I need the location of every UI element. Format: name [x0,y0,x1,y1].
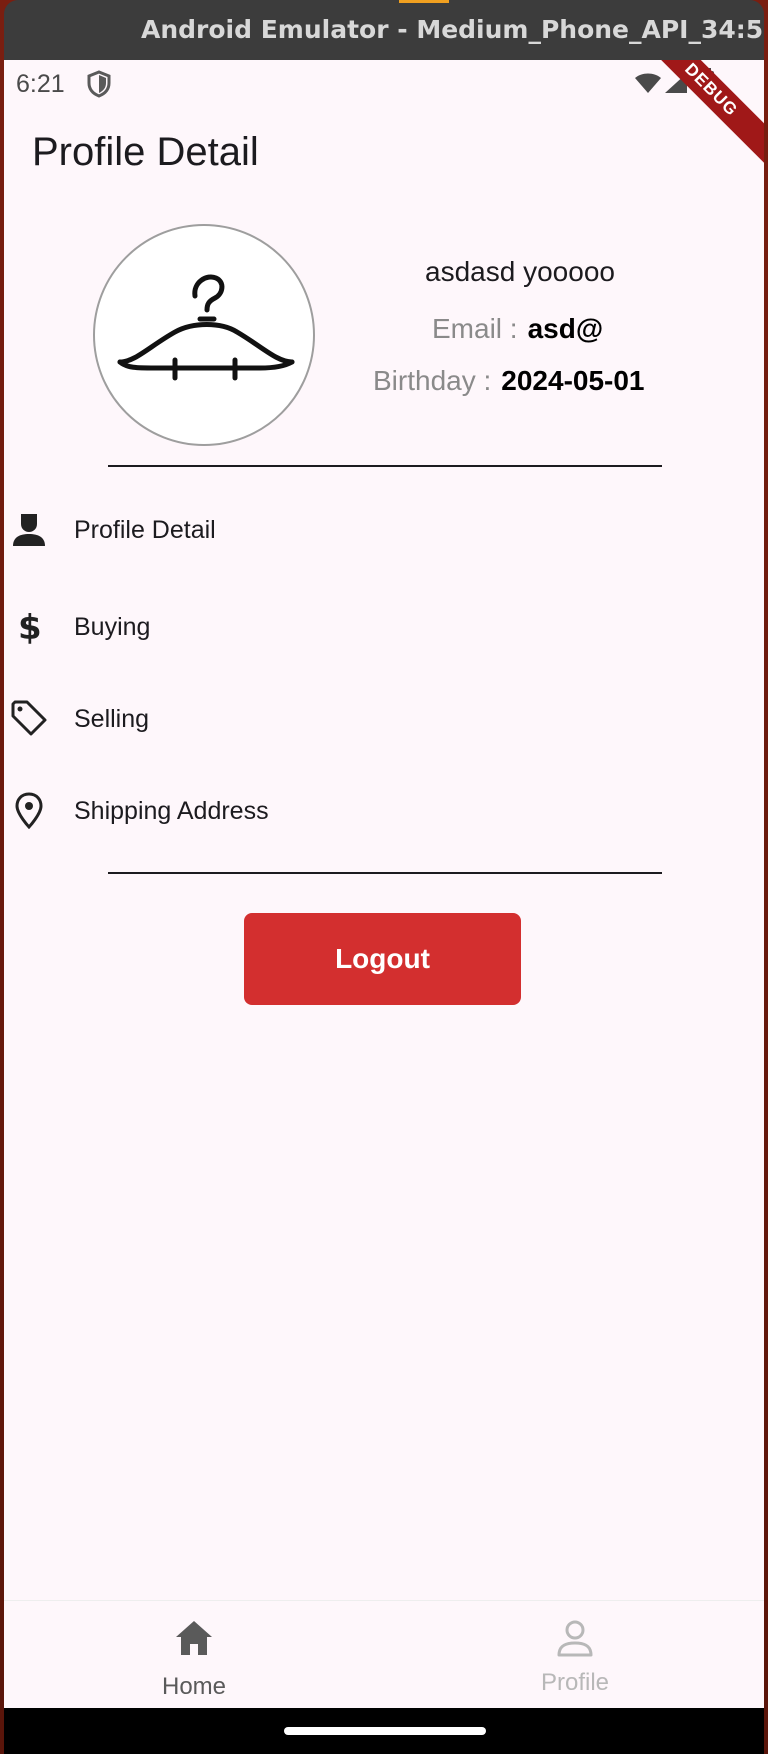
menu-item-profile-detail[interactable]: Profile Detail [4,498,764,558]
nav-item-label: Profile [540,1669,610,1696]
dollar-icon: $ [18,608,42,645]
email-value: asd@ [527,313,604,344]
status-time: 6:21 [16,70,65,98]
window-title: Android Emulator - Medium_Phone_API_34:5… [141,15,764,44]
menu-item-buying[interactable]: $ Buying [4,595,764,655]
window-title-bar: Android Emulator - Medium_Phone_API_34:5… [4,0,764,60]
logout-button[interactable]: Logout [244,913,521,1005]
email-row: Email : asd@ [432,313,603,345]
avatar[interactable] [93,224,315,446]
title-accent [399,0,449,3]
menu-item-label: Shipping Address [74,797,269,825]
nav-item-home[interactable]: Home [114,1611,274,1701]
divider-top [108,465,662,467]
hanger-icon [117,274,295,381]
page-title: Profile Detail [32,130,259,174]
home-icon [176,1621,212,1655]
bottom-navigation: Home Profile [4,1600,764,1708]
person-icon [13,514,45,546]
nav-item-label: Home [161,1673,227,1700]
email-label: Email : [432,313,518,344]
birthday-label: Birthday : [373,365,492,396]
phone-screen: 6:21 DEBUG Profile Detail asdasd yooooo [4,60,764,1708]
gesture-bar [4,1708,764,1754]
menu-item-label: Buying [74,613,151,641]
birthday-row: Birthday : 2024-05-01 [373,365,645,397]
tag-icon [11,700,47,736]
divider-bottom [108,872,662,874]
profile-icon [557,1620,593,1657]
wifi-icon [635,73,661,93]
shield-icon [87,70,111,98]
location-pin-icon [15,792,43,829]
home-gesture-handle[interactable] [284,1727,486,1735]
nav-item-profile[interactable]: Profile [495,1611,655,1701]
birthday-value: 2024-05-01 [501,365,645,396]
status-bar: 6:21 DEBUG [4,60,764,182]
menu-item-shipping-address[interactable]: Shipping Address [4,779,764,839]
user-name: asdasd yooooo [425,256,615,287]
svg-text:$: $ [18,608,42,645]
menu-item-label: Selling [74,705,150,733]
menu-item-selling[interactable]: Selling [4,687,764,747]
menu-item-label: Profile Detail [74,516,216,544]
